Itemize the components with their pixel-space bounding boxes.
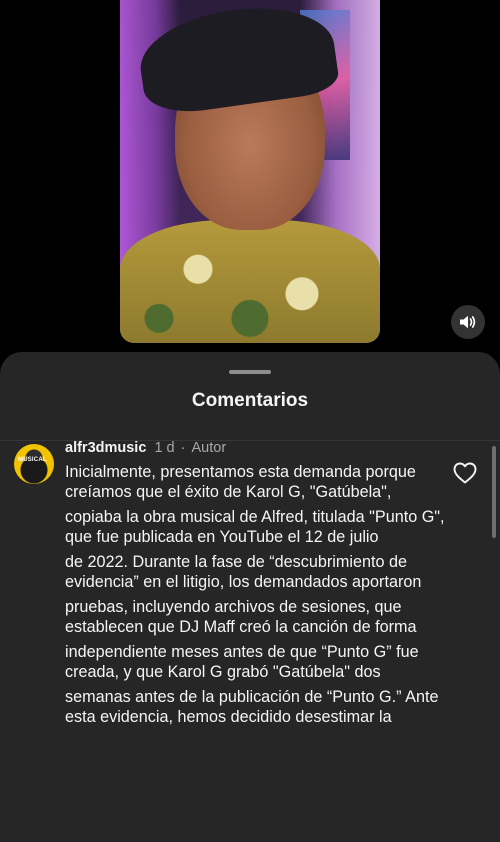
comment-meta: alfr3dmusic 1 d · Autor (65, 440, 226, 456)
avatar[interactable]: MUSICAL (14, 444, 54, 484)
comments-sheet: Comentarios MUSICAL alfr3dmusic 1 d · Au… (0, 352, 500, 842)
scrollbar[interactable] (492, 446, 496, 538)
sheet-title: Comentarios (191, 390, 309, 411)
comment-paragraph: copiaba la obra musical de Alfred, titul… (65, 508, 445, 546)
comment-username[interactable]: alfr3dmusic (65, 440, 146, 456)
comment-paragraph: independiente meses antes de que “Punto … (65, 643, 419, 681)
video-frame[interactable] (120, 0, 380, 343)
comment-paragraph: pruebas, incluyendo archivos de sesiones… (65, 598, 417, 636)
comment-paragraph: semanas antes de la publicación de “Punt… (65, 688, 439, 726)
avatar-logo-text: MUSICAL (18, 457, 47, 463)
video-person-shirt (120, 220, 380, 343)
sound-toggle-button[interactable] (451, 305, 485, 339)
comment-age: 1 d (154, 440, 175, 456)
sheet-drag-handle[interactable] (229, 370, 271, 374)
comment-paragraph: Inicialmente, presentamos esta demanda p… (65, 463, 416, 501)
speaker-icon (460, 315, 476, 329)
heart-icon[interactable] (453, 462, 477, 484)
meta-separator: · (180, 440, 186, 456)
comment-text: Inicialmente, presentamos esta demanda p… (65, 462, 445, 732)
comment-paragraph: de 2022. Durante la fase de “descubrimie… (65, 553, 422, 591)
author-badge: Autor (191, 440, 227, 456)
video-player[interactable] (0, 0, 500, 360)
